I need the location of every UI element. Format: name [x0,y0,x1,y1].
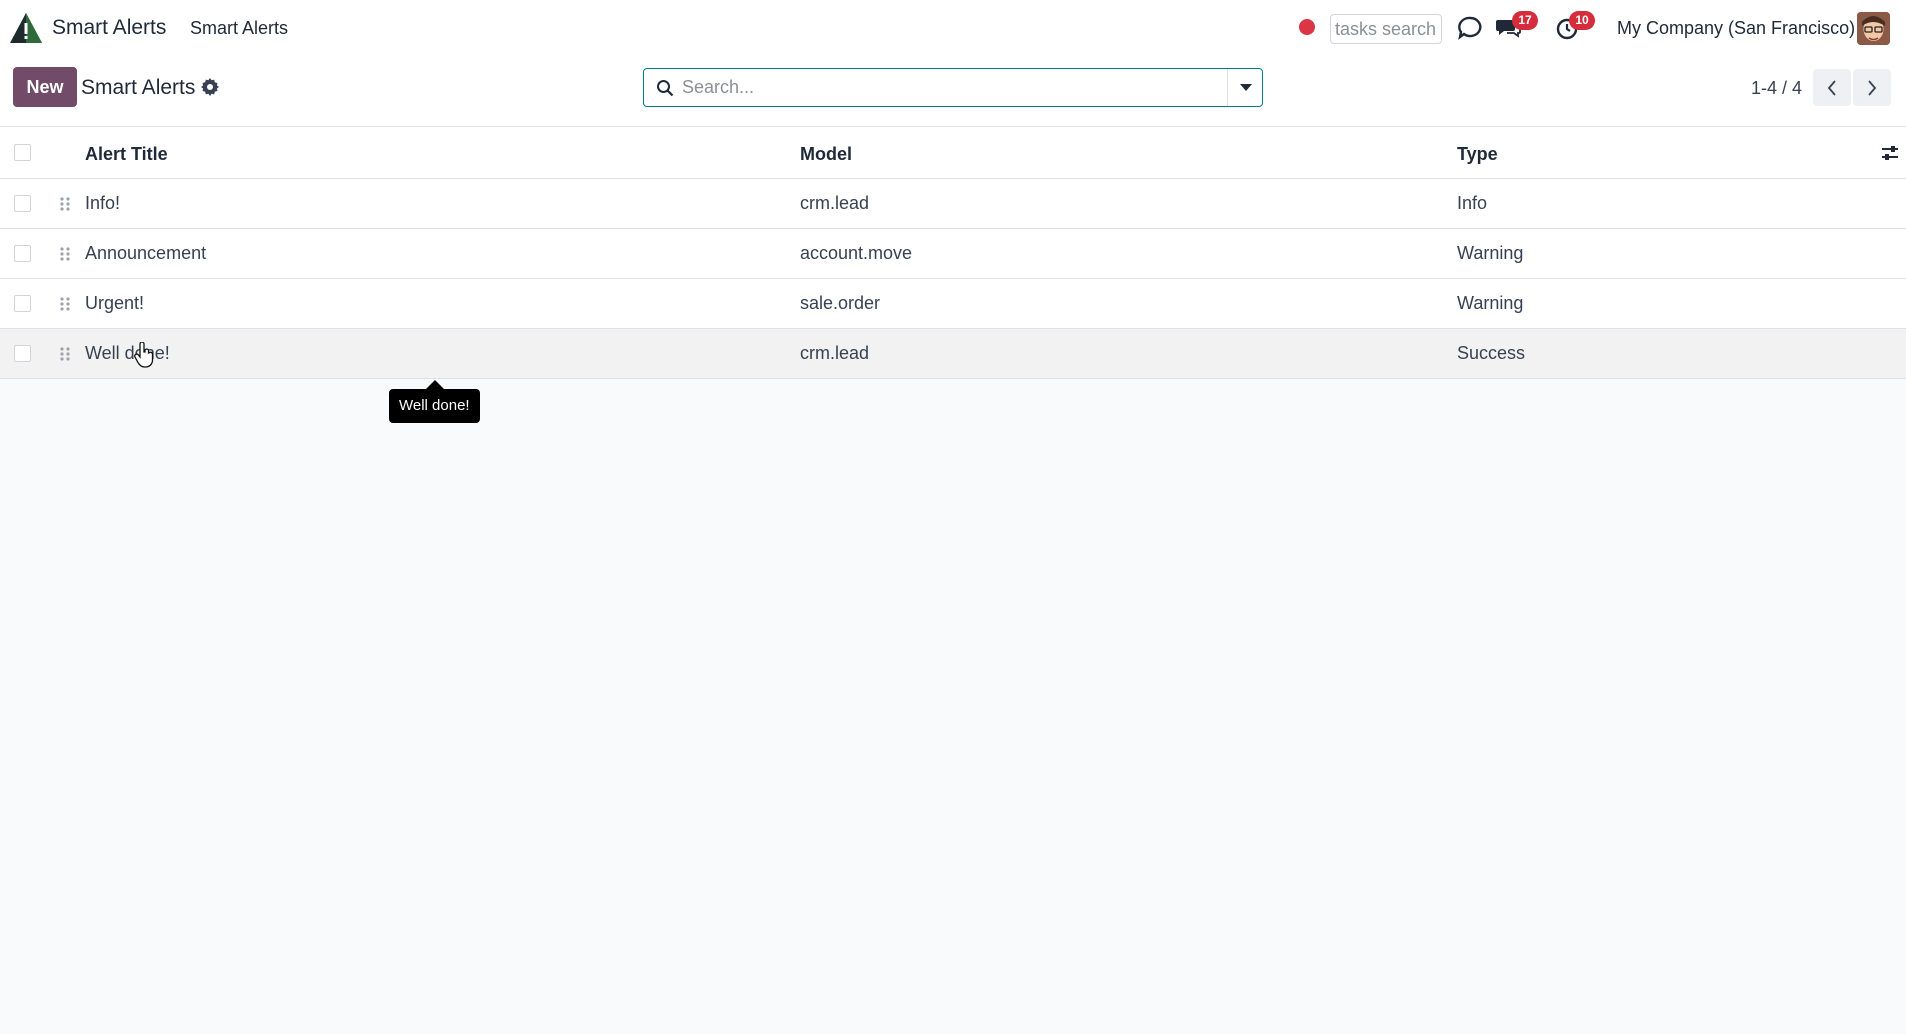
model-cell[interactable]: sale.order [800,293,880,314]
type-cell[interactable]: Success [1457,343,1525,364]
table-row[interactable]: Well done! crm.lead Success [0,329,1906,379]
table-header: Alert Title Model Type [0,127,1906,179]
alert-title-cell[interactable]: Urgent! [85,293,144,314]
caret-down-icon [1239,83,1252,91]
breadcrumb-title: Smart Alerts [81,76,196,99]
user-avatar-icon [1857,12,1890,45]
chevron-left-icon [1827,79,1836,96]
table-row[interactable]: Announcement account.move Warning [0,229,1906,279]
menu-item-smart-alerts[interactable]: Smart Alerts [190,18,288,39]
pager-value[interactable]: 1-4 / 4 [1751,78,1802,99]
column-header-model[interactable]: Model [800,144,852,165]
model-cell[interactable]: crm.lead [800,193,869,214]
top-navbar: Smart Alerts Smart Alerts 17 10 My Compa… [0,0,1906,57]
alert-title-cell[interactable]: Info! [85,193,120,214]
alert-title-cell[interactable]: Announcement [85,243,206,264]
row-checkbox[interactable] [14,345,31,362]
row-checkbox[interactable] [14,195,31,212]
table-row[interactable]: Urgent! sale.order Warning [0,279,1906,329]
company-switcher[interactable]: My Company (San Francisco) [1617,18,1855,39]
activities-count-badge: 10 [1569,11,1595,30]
control-panel: New Smart Alerts 1-4 / 4 [0,57,1906,127]
model-cell[interactable]: account.move [800,243,912,264]
tooltip: Well done! [389,389,480,423]
tooltip-arrow [426,380,444,389]
recording-indicator-icon[interactable] [1299,19,1315,35]
new-button[interactable]: New [13,67,77,107]
app-name[interactable]: Smart Alerts [52,16,166,40]
tasks-search-input[interactable] [1330,14,1442,44]
type-cell[interactable]: Warning [1457,293,1523,314]
type-cell[interactable]: Warning [1457,243,1523,264]
drag-handle-icon[interactable] [59,247,71,261]
search-box [643,68,1263,107]
column-header-type[interactable]: Type [1457,144,1498,165]
optional-columns-icon[interactable] [1881,144,1899,162]
type-cell[interactable]: Info [1457,193,1487,214]
column-header-alert-title[interactable]: Alert Title [85,144,168,165]
hand-cursor-icon [134,342,154,368]
row-checkbox[interactable] [14,245,31,262]
pager-previous-button[interactable] [1813,69,1851,106]
pager-next-button[interactable] [1853,69,1891,106]
drag-handle-icon[interactable] [59,297,71,311]
messages-count-badge: 17 [1512,11,1538,30]
alert-title-cell[interactable]: Well done! [85,343,170,364]
chevron-right-icon [1868,79,1877,96]
model-cell[interactable]: crm.lead [800,343,869,364]
drag-handle-icon[interactable] [59,197,71,211]
row-checkbox[interactable] [14,295,31,312]
search-options-toggle[interactable] [1228,69,1263,106]
app-logo-icon[interactable] [9,12,43,44]
table-row[interactable]: Info! crm.lead Info [0,179,1906,229]
search-input[interactable] [682,73,1242,102]
drag-handle-icon[interactable] [59,347,71,361]
search-icon [657,80,674,97]
user-avatar[interactable] [1857,12,1890,45]
discuss-icon[interactable] [1457,15,1483,41]
gear-icon[interactable] [201,78,219,96]
select-all-checkbox[interactable] [14,144,31,161]
